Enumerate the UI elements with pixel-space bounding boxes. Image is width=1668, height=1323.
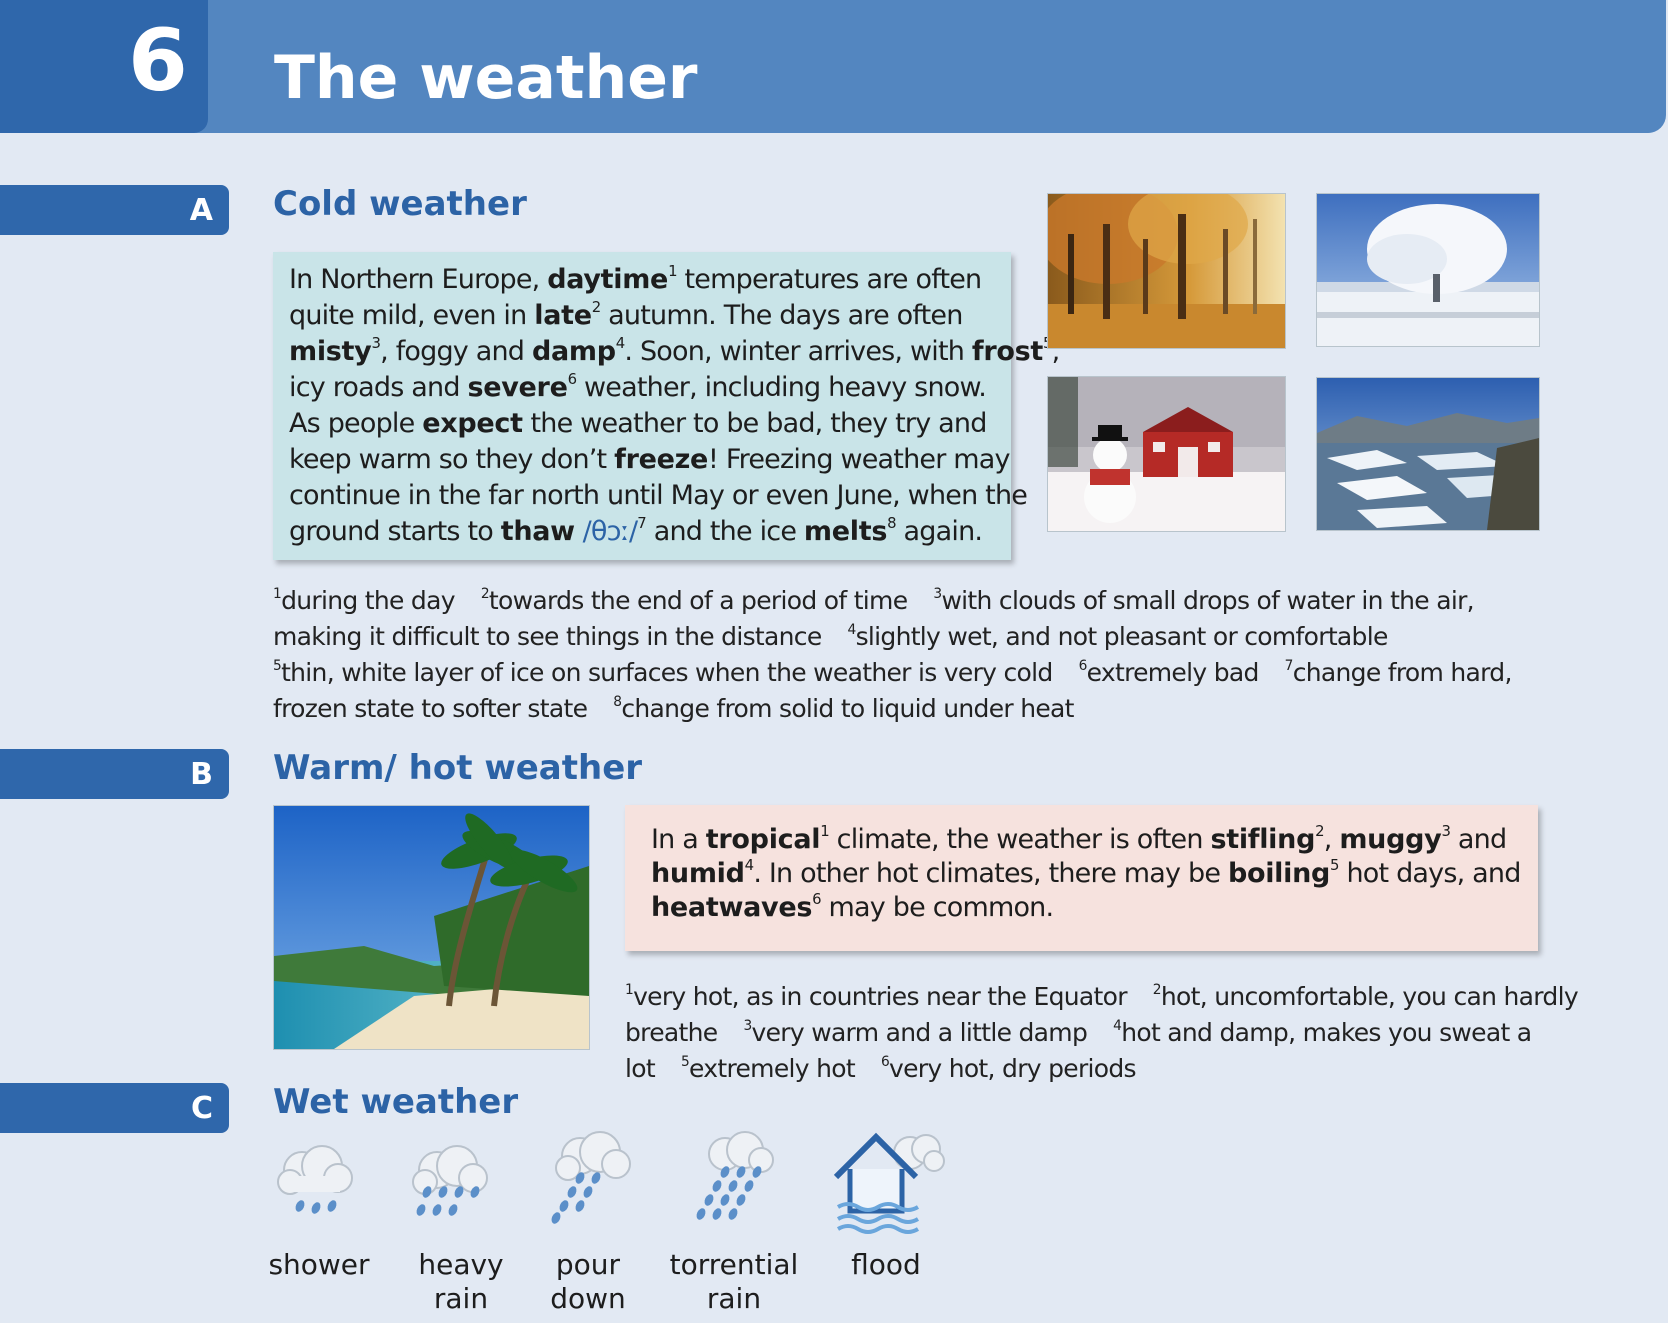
hot-weather-glossary: 1very hot, as in countries near the Equa…	[625, 979, 1604, 1087]
section-b-letter: B	[190, 757, 213, 792]
gloss-entry: 1very hot, as in countries near the Equa…	[625, 982, 1127, 1011]
section-b-title: Warm/ hot weather	[273, 748, 643, 788]
frosty-tree-photo	[1316, 193, 1540, 347]
gloss-a-line-4: frozen state to softer state 8change from…	[273, 691, 1538, 727]
gloss-entry: 2towards the end of a period of time	[480, 586, 908, 615]
vocab-word: freeze	[614, 444, 709, 475]
section-c-letter: C	[190, 1091, 213, 1126]
tropical-beach-photo	[273, 805, 590, 1050]
vocab-word: boiling	[1227, 858, 1331, 889]
vocab-word: humid	[651, 858, 745, 889]
gloss-entry: 5extremely hot	[680, 1054, 856, 1083]
section-a-letter: A	[189, 193, 213, 228]
hot-weather-text-box: In a tropical1 climate, the weather is o…	[625, 805, 1538, 951]
pour-down-cloud-icon	[551, 1131, 631, 1224]
gloss-entry: 8change from solid to liquid under heat	[613, 694, 1074, 723]
vocab-word: frost	[971, 336, 1043, 367]
section-a-tab: A	[0, 185, 229, 235]
gloss-entry: breathe	[625, 1018, 718, 1047]
heavy-rain-cloud-icon	[412, 1145, 488, 1216]
para-a-line-1: In Northern Europe, daytime1 temperature…	[289, 262, 982, 295]
gloss-entry: 3with clouds of small drops of water in …	[933, 586, 1474, 615]
gloss-entry: 5thin, white layer of ice on surfaces wh…	[273, 658, 1053, 687]
gloss-entry: making it difficult to see things in the…	[273, 622, 822, 651]
flood-label: flood	[851, 1248, 921, 1281]
gloss-entry: frozen state to softer state	[273, 694, 588, 723]
unit-header-bar	[0, 0, 1666, 133]
vocab-word: tropical	[705, 824, 821, 855]
para-b-line-2: humid4. In other hot climates, there may…	[651, 856, 1521, 889]
para-a-line-5: As people expect the weather to be bad, …	[289, 408, 987, 439]
gloss-entry: 3very warm and a little damp	[743, 1018, 1088, 1047]
gloss-entry: 4slightly wet, and not pleasant or comfo…	[847, 622, 1389, 651]
flood-house-icon	[833, 1132, 945, 1234]
vocab-word: expect	[422, 408, 523, 439]
gloss-a-line-2: making it difficult to see things in the…	[273, 619, 1538, 655]
gloss-entry: 6extremely bad	[1078, 658, 1260, 687]
unit-title: The weather	[274, 43, 698, 113]
cold-weather-glossary: 1during the day 2towards the end of a per…	[273, 583, 1538, 727]
cold-weather-text-box: In Northern Europe, daytime1 temperature…	[273, 252, 1060, 560]
para-a-line-2: quite mild, even in late2 autumn. The da…	[289, 298, 963, 331]
para-a-line-8: ground starts to thaw /θɔː/7 and the ice…	[289, 514, 983, 547]
torrential-rain-cloud-icon	[696, 1131, 774, 1220]
vocab-word: melts	[803, 516, 888, 547]
gloss-entry: 7change from hard,	[1284, 658, 1513, 687]
vocab-word: heatwaves	[651, 892, 813, 923]
section-b-tab: B	[0, 749, 229, 799]
vocab-word: stifling	[1210, 824, 1316, 855]
vocab-word: severe	[467, 372, 568, 403]
para-b-line-3: heatwaves6 may be common.	[651, 890, 1054, 923]
hot-weather-paragraph: In a tropical1 climate, the weather is o…	[651, 823, 1521, 925]
gloss-entry: 4hot and damp, makes you sweat a	[1113, 1018, 1532, 1047]
unit-number: 6	[128, 11, 188, 111]
para-a-line-3: misty3, foggy and damp4. Soon, winter ar…	[289, 334, 1060, 367]
vocab-word: damp	[531, 336, 616, 367]
phonetic-transcription: /θɔː/	[574, 516, 638, 547]
section-c-tab: C	[0, 1083, 229, 1133]
section-c-title: Wet weather	[273, 1082, 519, 1122]
gloss-entry: 2hot, uncomfortable, you can hardly	[1152, 982, 1579, 1011]
gloss-b-line-3: lot 5extremely hot 6very hot, dry periods	[625, 1051, 1604, 1087]
para-a-line-7: continue in the far north until May or e…	[289, 480, 1028, 511]
cold-weather-paragraph: In Northern Europe, daytime1 temperature…	[289, 262, 1060, 550]
vocab-word: thaw	[500, 516, 575, 547]
gloss-entry: lot	[625, 1054, 656, 1083]
vocab-word: late	[534, 300, 592, 331]
shower-label: shower	[268, 1248, 370, 1281]
gloss-entry: 1during the day	[273, 586, 456, 615]
gloss-b-line-2: breathe 3very warm and a little damp 4hot …	[625, 1015, 1604, 1051]
unit-number-box: 6	[0, 0, 208, 133]
gloss-b-line-1: 1very hot, as in countries near the Equa…	[625, 979, 1604, 1015]
para-a-line-6: keep warm so they don’t freeze! Freezing…	[289, 444, 1011, 475]
shower-cloud-icon	[277, 1145, 353, 1214]
autumn-forest-photo	[1047, 193, 1286, 349]
para-b-line-1: In a tropical1 climate, the weather is o…	[651, 822, 1507, 855]
pour-down-label: pour down	[550, 1248, 626, 1315]
para-a-line-4: icy roads and severe6 weather, including…	[289, 370, 987, 403]
vocab-word: daytime	[547, 264, 669, 295]
vocab-word: muggy	[1339, 824, 1442, 855]
snowman-barn-photo	[1047, 376, 1286, 532]
vocab-word: misty	[289, 336, 372, 367]
gloss-a-line-3: 5thin, white layer of ice on surfaces wh…	[273, 655, 1538, 691]
gloss-a-line-1: 1during the day 2towards the end of a per…	[273, 583, 1538, 619]
torrential-rain-label: torrential rain	[669, 1248, 799, 1315]
section-a-title: Cold weather	[273, 184, 527, 224]
melting-ice-photo	[1316, 377, 1540, 531]
gloss-entry: 6very hot, dry periods	[880, 1054, 1137, 1083]
